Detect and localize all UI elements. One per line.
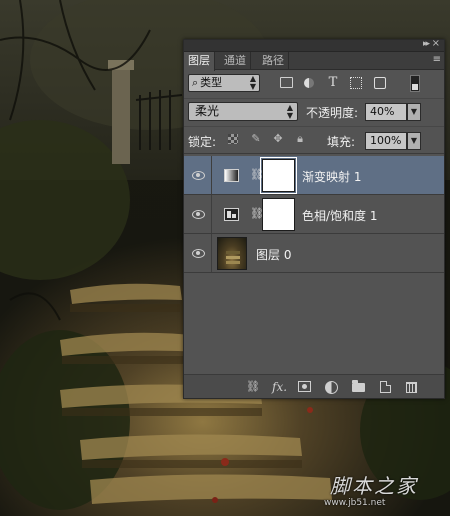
opacity-label: 不透明度:	[306, 106, 359, 120]
trash-icon[interactable]	[406, 382, 417, 393]
blend-mode-select[interactable]: 柔光 ▲ ▼	[188, 102, 298, 121]
lock-label: 锁定:	[188, 135, 217, 149]
close-icon[interactable]: ×	[432, 38, 440, 49]
tab-channels[interactable]: 通道	[220, 52, 251, 70]
layer-name: 色相/饱和度 1	[302, 209, 378, 223]
panel-titlebar: ▸▸ ×	[184, 38, 444, 52]
layer-mask-thumbnail[interactable]	[260, 157, 297, 194]
opacity-input[interactable]: 40%	[365, 103, 407, 121]
layer-row-base[interactable]: 图层 0	[184, 234, 444, 273]
layer-name: 渐变映射 1	[302, 170, 362, 184]
collapse-icon[interactable]: ▸▸	[423, 39, 430, 49]
filter-row: ⌕ 类型 ▲ ▼ T	[184, 71, 444, 97]
select-arrows-icon: ▲ ▼	[286, 103, 293, 120]
eye-icon[interactable]	[184, 234, 212, 272]
fx-icon[interactable]: fx.	[272, 380, 287, 394]
new-group-icon[interactable]	[352, 380, 365, 392]
layers-panel: ▸▸ × 图层 通道 路径 ≡ ⌕ 类型 ▲ ▼ T 柔光 ▲ ▼ 不透明度: 40%…	[183, 38, 445, 399]
hue-saturation-icon	[224, 208, 239, 221]
layer-name: 图层 0	[256, 248, 292, 262]
filter-kind-value: 类型	[200, 76, 223, 89]
layer-thumbnail[interactable]	[217, 237, 247, 270]
filter-kind-select[interactable]: ⌕ 类型 ▲ ▼	[188, 74, 260, 92]
blend-mode-value: 柔光	[195, 104, 220, 118]
lock-position-icon[interactable]: ✥	[272, 133, 284, 145]
lock-transparency-icon[interactable]	[228, 134, 238, 144]
lock-brush-icon[interactable]: ✎	[250, 133, 262, 145]
type-filter-icon[interactable]: T	[326, 76, 340, 90]
lock-all-icon[interactable]: 🔒︎	[294, 133, 306, 145]
lock-row: 锁定: ✎ ✥ 🔒︎ 填充: 100% ▼	[184, 126, 444, 154]
watermark: 脚本之家 www.jb51.net	[316, 462, 446, 512]
eye-icon[interactable]	[184, 156, 212, 194]
search-icon: ⌕	[192, 76, 199, 89]
tab-paths[interactable]: 路径	[258, 52, 289, 70]
layers-list: ⛓ 渐变映射 1 ⛓ 色相/饱和度 1 图层 0	[184, 156, 444, 376]
panel-footer: ⛓ fx.	[184, 374, 444, 398]
smart-object-filter-icon[interactable]	[374, 77, 386, 89]
shape-filter-icon[interactable]	[350, 77, 362, 89]
new-adjustment-icon[interactable]	[324, 380, 338, 394]
blend-row: 柔光 ▲ ▼ 不透明度: 40% ▼	[184, 98, 444, 124]
eye-icon[interactable]	[184, 195, 212, 233]
watermark-url: www.jb51.net	[324, 498, 386, 508]
layer-row-gradient-map[interactable]: ⛓ 渐变映射 1	[184, 156, 444, 195]
tab-layers[interactable]: 图层	[184, 52, 215, 71]
add-mask-icon[interactable]	[298, 381, 311, 392]
layer-mask-thumbnail[interactable]	[262, 198, 295, 231]
select-arrows-icon: ▲ ▼	[249, 74, 256, 91]
new-layer-icon[interactable]	[380, 381, 391, 393]
layer-row-hue-saturation[interactable]: ⛓ 色相/饱和度 1	[184, 195, 444, 234]
image-filter-icon[interactable]	[280, 77, 293, 88]
gradient-map-icon	[224, 169, 239, 182]
panel-menu-icon[interactable]: ≡	[433, 54, 441, 65]
watermark-text: 脚本之家	[330, 474, 418, 498]
panel-tabs: 图层 通道 路径 ≡	[184, 52, 444, 71]
filter-toggle-switch[interactable]	[410, 75, 420, 92]
fill-label: 填充:	[327, 135, 356, 149]
adjustment-filter-icon[interactable]	[302, 76, 316, 90]
fill-input[interactable]: 100%	[365, 132, 407, 150]
fill-dropdown-icon[interactable]: ▼	[407, 132, 421, 150]
link-layers-icon[interactable]: ⛓	[246, 380, 260, 394]
opacity-dropdown-icon[interactable]: ▼	[407, 103, 421, 121]
